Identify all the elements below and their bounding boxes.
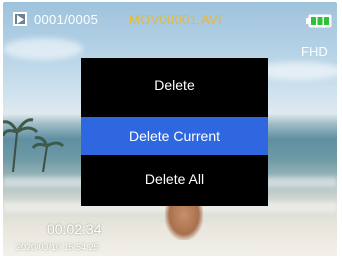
video-preview: 0001/0005 MOV00001.AVI FHD Delete Delete… (3, 2, 337, 256)
playback-mode-icon (13, 12, 27, 26)
menu-item-delete-current[interactable]: Delete Current (81, 117, 268, 155)
elapsed-time: 00:02:34 (47, 221, 102, 237)
date-stamp: 2020/03/10 15:54:25 (16, 242, 99, 252)
file-name: MOV00001.AVI (129, 12, 222, 27)
menu-item-delete[interactable]: Delete (81, 58, 268, 113)
file-counter: 0001/0005 (34, 12, 99, 27)
menu-item-delete-all[interactable]: Delete All (81, 158, 268, 200)
resolution-badge: FHD (301, 44, 328, 59)
palm-tree-silhouette (3, 118, 65, 172)
delete-menu: Delete Delete Current Delete All (81, 58, 268, 206)
battery-icon (306, 14, 332, 28)
cloud (3, 38, 83, 60)
status-bar: 0001/0005 MOV00001.AVI FHD (3, 2, 337, 59)
